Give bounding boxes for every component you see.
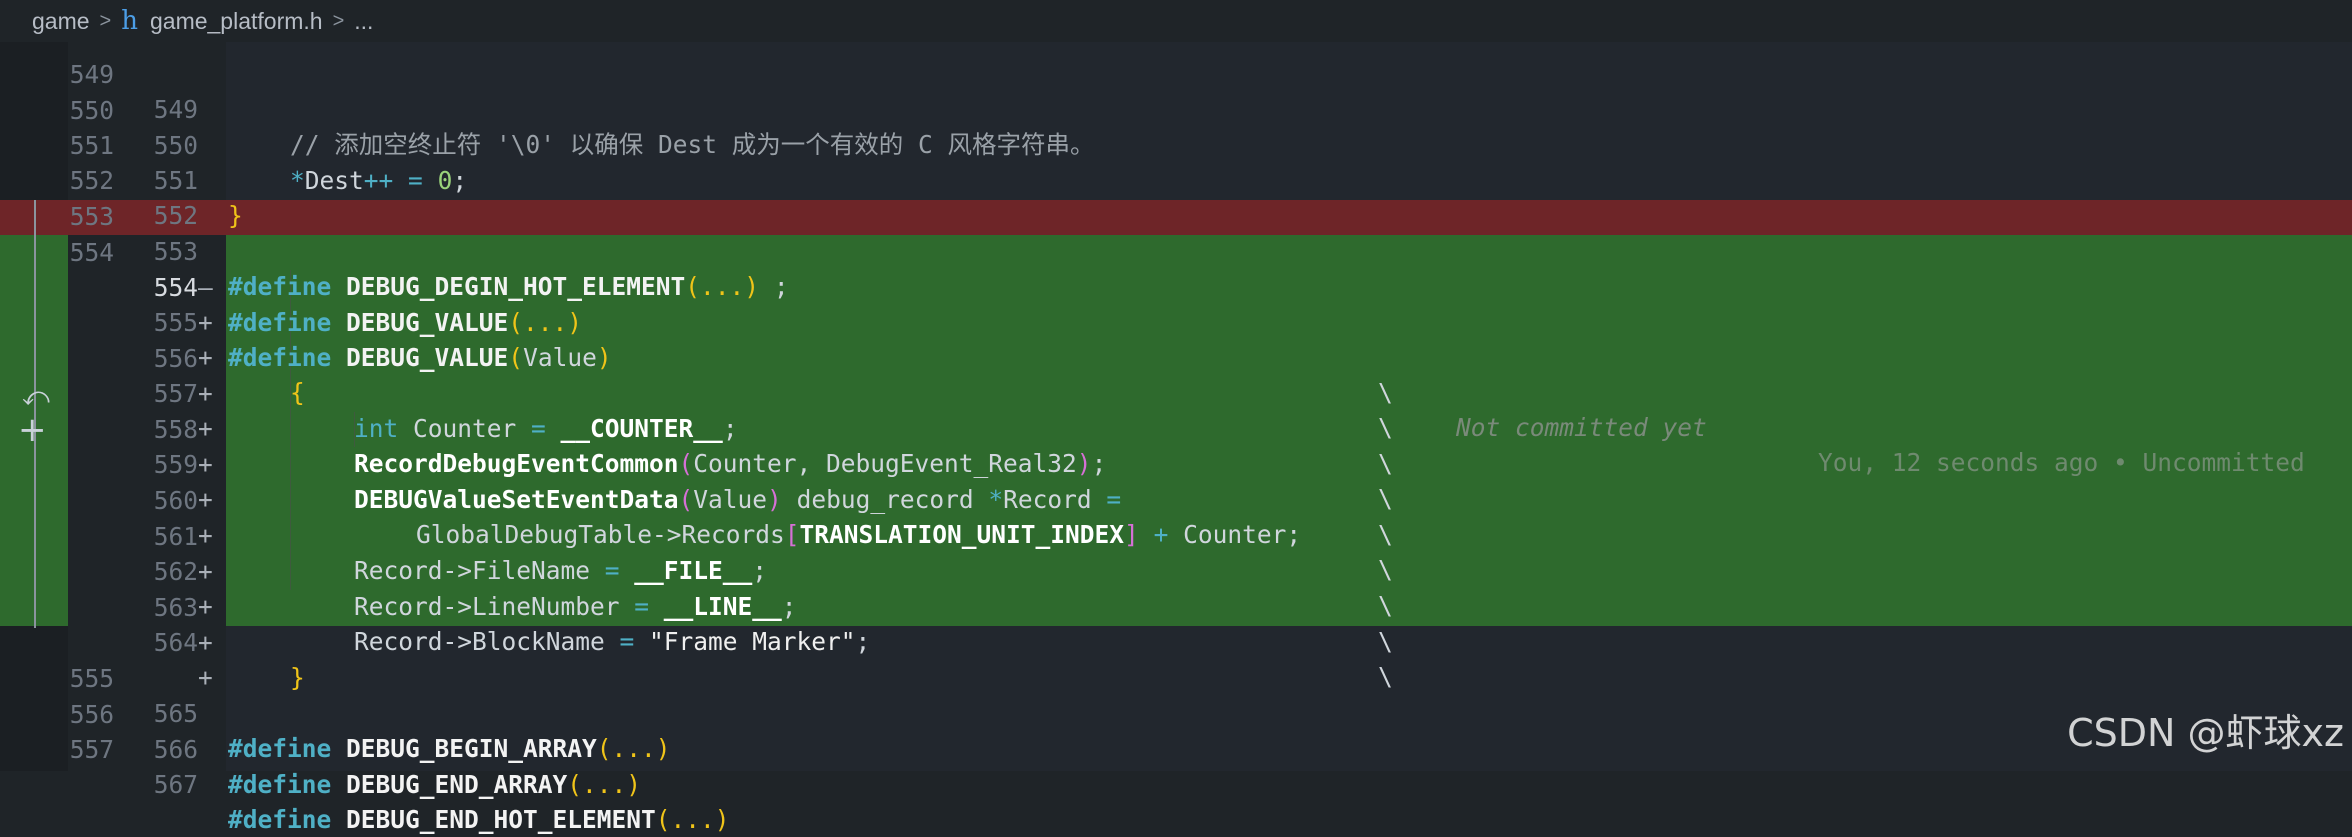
code-text: #define DEBUG_END_HOT_ELEMENT(...) [228,805,730,834]
code-line: 553 553 #define DEBUG_DEGIN_HOT_ELEMENT(… [0,164,2352,301]
added-code-line: 558 + DEBUGValueSetEventData(Value) debu… [0,377,2352,549]
added-code-line: 557 + RecordDebugEventCommon(Counter, De… [0,341,2352,513]
header-file-icon: h [121,6,138,36]
added-code-line: 555 + { \ [0,270,2352,442]
breadcrumb-symbol[interactable]: ... [354,8,373,35]
chevron-right-icon: > [99,9,112,32]
breadcrumb-folder[interactable]: game [32,8,90,35]
line-number-original: 557 [69,735,114,764]
added-code-line: 564 + [0,590,2352,692]
breadcrumb-file[interactable]: game_platform.h [150,8,323,35]
added-code-line: 562 + Record->BlockName = "Frame Marker"… [0,519,2352,691]
code-line: 551 551 } [0,93,2352,230]
added-code-line: 554 + #define DEBUG_VALUE(Value) \ Not c… [0,235,2352,477]
line-number-modified: 566 [153,735,198,764]
code-text: #define DEBUG_BEGIN_ARRAY(...) [228,734,671,763]
code-line: 555 565 #define DEBUG_BEGIN_ARRAY(...) [0,626,2352,763]
added-code-line: 561 + Record->LineNumber = __LINE__; \ [0,484,2352,656]
code-line: 550 550 *Dest++ = 0; [0,58,2352,195]
deleted-code-line: 554 — #define DEBUG_VALUE(...) [0,200,2352,337]
added-code-line: 560 + Record->FileName = __FILE__; \ [0,448,2352,620]
watermark: CSDN @虾球xz [2067,711,2344,755]
code-line: 556 566 #define DEBUG_END_ARRAY(...) [0,662,2352,799]
code-text: #define DEBUG_END_ARRAY(...) [228,770,642,799]
added-code-line: 556 + int Counter = __COUNTER__; \ [0,306,2352,478]
line-number-modified: 567 [153,770,198,799]
chevron-right-icon: > [332,9,345,32]
code-line: 557 567 #define DEBUG_END_HOT_ELEMENT(..… [0,697,2352,834]
breadcrumb: game > h game_platform.h > ... [0,0,2352,42]
code-line: 552 552 [0,128,2352,230]
added-code-line: 563 + } [0,555,2352,692]
added-code-line: 559 + GlobalDebugTable->Records[TRANSLAT… [0,412,2352,584]
